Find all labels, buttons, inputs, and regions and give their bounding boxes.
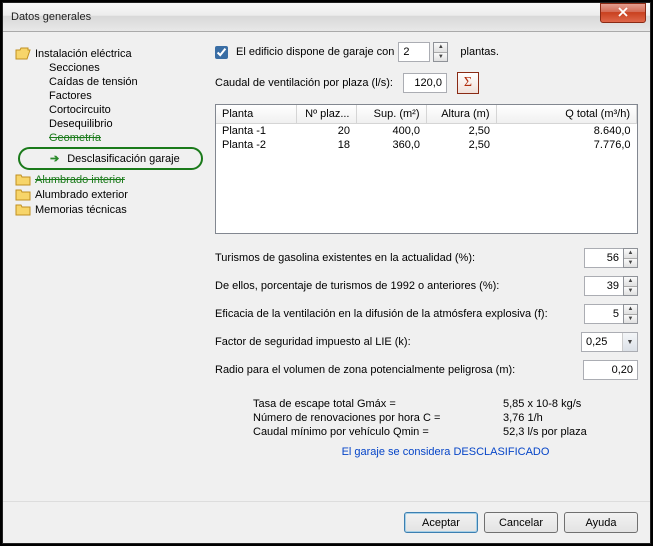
tree-item-cortocircuito[interactable]: Cortocircuito bbox=[15, 103, 203, 117]
tree-item-secciones[interactable]: Secciones bbox=[15, 61, 203, 75]
table-row[interactable]: Planta -1 20 400,0 2,50 8.640,0 bbox=[216, 124, 637, 139]
folder-icon bbox=[15, 173, 31, 186]
param-radio-input[interactable] bbox=[583, 360, 638, 380]
classification-status: El garaje se considera DESCLASIFICADO bbox=[253, 446, 638, 458]
titlebar: Datos generales bbox=[3, 3, 650, 32]
sigma-button[interactable]: Σ bbox=[457, 72, 479, 94]
folder-icon bbox=[15, 188, 31, 201]
folder-open-icon bbox=[15, 47, 31, 60]
tree-item-caidas[interactable]: Caídas de tensión bbox=[15, 75, 203, 89]
result-qmin-label: Caudal mínimo por vehículo Qmin = bbox=[253, 426, 503, 438]
param-spinner[interactable]: ▲▼ bbox=[623, 248, 638, 268]
tree-item-desclasificacion[interactable]: ➔Desclasificación garaje bbox=[18, 147, 203, 170]
result-gmax-value: 5,85 x 10-8 kg/s bbox=[503, 398, 581, 410]
content-panel: El edificio dispone de garaje con ▲▼ pla… bbox=[215, 42, 638, 493]
param-radio-label: Radio para el volumen de zona potencialm… bbox=[215, 364, 583, 376]
tree-label: Instalación eléctrica bbox=[35, 48, 132, 60]
param-eficacia-label: Eficacia de la ventilación en la difusió… bbox=[215, 308, 584, 320]
garage-label-post: plantas. bbox=[460, 46, 499, 58]
plantas-table[interactable]: Planta Nº plaz... Sup. (m²) Altura (m) Q… bbox=[215, 104, 638, 234]
th-sup: Sup. (m²) bbox=[356, 105, 426, 124]
accept-button[interactable]: Aceptar bbox=[404, 512, 478, 533]
garage-label-pre: El edificio dispone de garaje con bbox=[236, 46, 394, 58]
window-title: Datos generales bbox=[11, 11, 600, 23]
th-plazas: Nº plaz... bbox=[296, 105, 356, 124]
table-row[interactable]: Planta -2 18 360,0 2,50 7.776,0 bbox=[216, 138, 637, 152]
param-factor-label: Factor de seguridad impuesto al LIE (k): bbox=[215, 336, 581, 348]
param-eficacia-input[interactable] bbox=[584, 304, 624, 324]
tree-root-instalacion[interactable]: Instalación eléctrica bbox=[15, 46, 203, 61]
param-turismos-label: Turismos de gasolina existentes en la ac… bbox=[215, 252, 584, 264]
nav-tree[interactable]: Instalación eléctrica Secciones Caídas d… bbox=[15, 42, 203, 493]
th-qtotal: Q total (m³/h) bbox=[496, 105, 637, 124]
garage-checkbox[interactable] bbox=[215, 46, 228, 59]
tree-item-geometria[interactable]: Geometría bbox=[15, 131, 203, 145]
results-block: Tasa de escape total Gmáx =5,85 x 10-8 k… bbox=[215, 388, 638, 458]
plantas-input[interactable] bbox=[398, 42, 430, 62]
help-button[interactable]: Ayuda bbox=[564, 512, 638, 533]
dialog-window: Datos generales Instalación eléctrica Se… bbox=[2, 2, 651, 544]
caudal-label: Caudal de ventilación por plaza (l/s): bbox=[215, 77, 393, 89]
tree-item-desequilibrio[interactable]: Desequilibrio bbox=[15, 117, 203, 131]
chevron-down-icon: ▼ bbox=[622, 333, 637, 351]
th-planta: Planta bbox=[216, 105, 296, 124]
param-1992-label: De ellos, porcentaje de turismos de 1992… bbox=[215, 280, 584, 292]
tree-folder-memorias[interactable]: Memorias técnicas bbox=[15, 202, 203, 217]
result-gmax-label: Tasa de escape total Gmáx = bbox=[253, 398, 503, 410]
tree-folder-alumbrado-interior[interactable]: Alumbrado interior bbox=[15, 172, 203, 187]
tree-folder-alumbrado-exterior[interactable]: Alumbrado exterior bbox=[15, 187, 203, 202]
close-button[interactable] bbox=[600, 3, 646, 23]
plantas-spinner[interactable]: ▲▼ bbox=[433, 42, 448, 62]
result-qmin-value: 52,3 l/s por plaza bbox=[503, 426, 587, 438]
param-1992-input[interactable] bbox=[584, 276, 624, 296]
param-turismos-input[interactable] bbox=[584, 248, 624, 268]
tree-item-factores[interactable]: Factores bbox=[15, 89, 203, 103]
param-spinner[interactable]: ▲▼ bbox=[623, 304, 638, 324]
param-factor-select[interactable]: 0,25 ▼ bbox=[581, 332, 638, 352]
dialog-footer: Aceptar Cancelar Ayuda bbox=[3, 501, 650, 543]
folder-icon bbox=[15, 203, 31, 216]
result-renovaciones-value: 3,76 1/h bbox=[503, 412, 543, 424]
cancel-button[interactable]: Cancelar bbox=[484, 512, 558, 533]
caudal-input[interactable] bbox=[403, 73, 447, 93]
result-renovaciones-label: Número de renovaciones por hora C = bbox=[253, 412, 503, 424]
arrow-right-icon: ➔ bbox=[50, 152, 59, 165]
param-spinner[interactable]: ▲▼ bbox=[623, 276, 638, 296]
th-altura: Altura (m) bbox=[426, 105, 496, 124]
